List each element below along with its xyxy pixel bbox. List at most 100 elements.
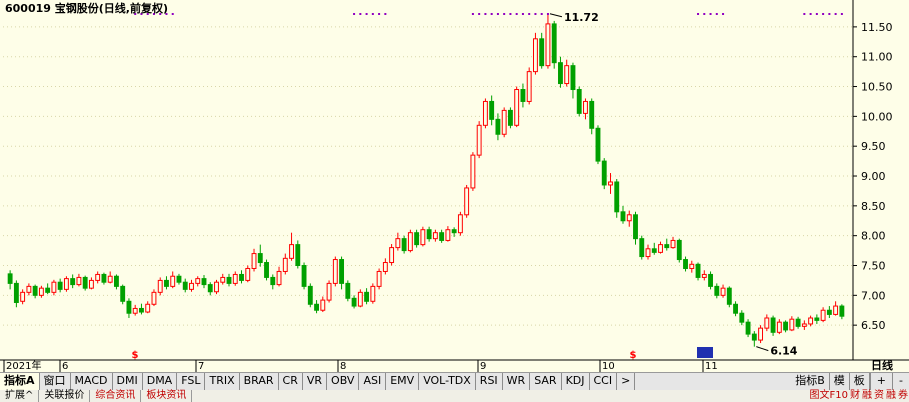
bottom-right-link-1[interactable]: 财 <box>849 390 861 402</box>
indicator-tab-cci[interactable]: CCI <box>590 373 618 390</box>
candle-body[interactable] <box>339 259 345 284</box>
candle-body[interactable] <box>457 214 463 234</box>
candle-body[interactable] <box>182 281 188 290</box>
candle-body[interactable] <box>739 312 745 323</box>
candle-body[interactable] <box>589 100 595 129</box>
candle-body[interactable] <box>13 282 19 303</box>
candle-body[interactable] <box>783 321 789 331</box>
indicator-tab-fsl[interactable]: FSL <box>177 373 206 390</box>
candle-body[interactable] <box>726 287 732 305</box>
indicator-tab-[interactable]: > <box>617 373 636 390</box>
candle-body[interactable] <box>601 160 607 186</box>
candle-body[interactable] <box>320 299 326 311</box>
candle-body[interactable] <box>370 285 376 302</box>
candle-body[interactable] <box>539 38 545 67</box>
candle-body[interactable] <box>808 317 814 325</box>
right-tab-1[interactable]: 模 <box>830 373 850 390</box>
candle-body[interactable] <box>489 100 495 120</box>
candle-body[interactable] <box>526 71 532 102</box>
right-tab-0[interactable]: 指标B <box>791 373 830 390</box>
indicator-tab-macd[interactable]: MACD <box>71 373 113 390</box>
kline-chart[interactable]: 11.50 11.00 10.50 10.00 9.50 9.00 8.50 8.00 7.50… <box>0 0 909 372</box>
candle-body[interactable] <box>683 259 688 269</box>
candle-body[interactable] <box>558 62 563 85</box>
candle-body[interactable] <box>620 211 626 222</box>
indicator-tab-wr[interactable]: WR <box>503 373 531 390</box>
candle-body[interactable] <box>633 214 638 240</box>
candle-body[interactable] <box>239 273 244 281</box>
candle-body[interactable] <box>189 282 194 290</box>
candle-body[interactable] <box>132 307 138 314</box>
candle-body[interactable] <box>45 287 51 293</box>
candle-body[interactable] <box>720 287 726 296</box>
bottom-right-link-3[interactable]: 资 <box>873 390 885 402</box>
indicator-tab-trix[interactable]: TRIX <box>205 373 240 390</box>
indicator-tab-vr[interactable]: VR <box>303 373 328 390</box>
candle-body[interactable] <box>295 244 301 267</box>
candle-body[interactable] <box>76 276 82 286</box>
candle-body[interactable] <box>776 321 782 333</box>
right-tab-2[interactable]: 板 <box>850 373 870 390</box>
finance-report-icon[interactable] <box>697 347 713 358</box>
candle-body[interactable] <box>20 291 26 302</box>
indicator-tab-[interactable]: 窗口 <box>40 373 71 390</box>
candle-body[interactable] <box>826 309 832 315</box>
indicator-tab-rsi[interactable]: RSI <box>476 373 503 390</box>
candle-body[interactable] <box>795 318 801 327</box>
candle-body[interactable] <box>501 109 507 135</box>
candle-body[interactable] <box>270 276 276 286</box>
candle-body[interactable] <box>314 303 319 311</box>
candle-body[interactable] <box>7 273 13 284</box>
candle-body[interactable] <box>614 181 620 213</box>
candle-body[interactable] <box>407 232 413 252</box>
candle-body[interactable] <box>608 181 613 186</box>
zoom-in-button[interactable]: + <box>869 373 892 390</box>
indicator-tab-emv[interactable]: EMV <box>386 373 420 390</box>
candle-body[interactable] <box>733 303 738 314</box>
candle-body[interactable] <box>745 321 751 335</box>
candle-body[interactable] <box>670 239 676 249</box>
candle-body[interactable] <box>176 275 182 283</box>
candle-body[interactable] <box>126 300 132 314</box>
candle-body[interactable] <box>289 244 294 259</box>
candle-body[interactable] <box>88 279 94 289</box>
candle-body[interactable] <box>576 89 582 114</box>
candle-body[interactable] <box>476 124 482 156</box>
bottom-right-link-2[interactable]: 融 <box>861 390 873 402</box>
candle-body[interactable] <box>564 65 570 85</box>
candle-body[interactable] <box>151 291 157 305</box>
candle-body[interactable] <box>451 229 457 234</box>
candle-body[interactable] <box>520 89 526 102</box>
candle-body[interactable] <box>401 238 407 252</box>
candle-body[interactable] <box>770 317 776 333</box>
candle-body[interactable] <box>351 297 357 307</box>
candle-body[interactable] <box>382 262 388 272</box>
candle-body[interactable] <box>551 23 557 64</box>
candle-body[interactable] <box>820 309 826 321</box>
candle-body[interactable] <box>701 273 707 278</box>
zoom-out-button[interactable]: - <box>892 373 909 390</box>
candle-body[interactable] <box>38 287 44 296</box>
candle-body[interactable] <box>257 253 263 264</box>
candle-body[interactable] <box>758 327 764 341</box>
indicator-tab-obv[interactable]: OBV <box>327 373 360 390</box>
candle-body[interactable] <box>282 257 288 272</box>
candle-body[interactable] <box>145 303 151 313</box>
candle-body[interactable] <box>164 279 169 287</box>
candle-body[interactable] <box>639 238 645 258</box>
candle-body[interactable] <box>201 278 207 286</box>
candle-body[interactable] <box>645 248 651 258</box>
indicator-tab-cr[interactable]: CR <box>279 373 303 390</box>
bottom-right-link-0[interactable]: 图文F10 <box>809 390 849 402</box>
candle-body[interactable] <box>482 100 488 126</box>
indicator-tab-a[interactable]: 指标A <box>0 373 40 390</box>
indicator-tab-asi[interactable]: ASI <box>359 373 387 390</box>
candle-body[interactable] <box>245 267 251 281</box>
candle-body[interactable] <box>445 229 451 241</box>
candle-body[interactable] <box>658 244 663 253</box>
candle-body[interactable] <box>332 259 338 284</box>
indicator-tab-kdj[interactable]: KDJ <box>562 373 590 390</box>
candle-body[interactable] <box>376 270 382 287</box>
candle-body[interactable] <box>814 317 820 321</box>
candle-body[interactable] <box>307 285 313 305</box>
